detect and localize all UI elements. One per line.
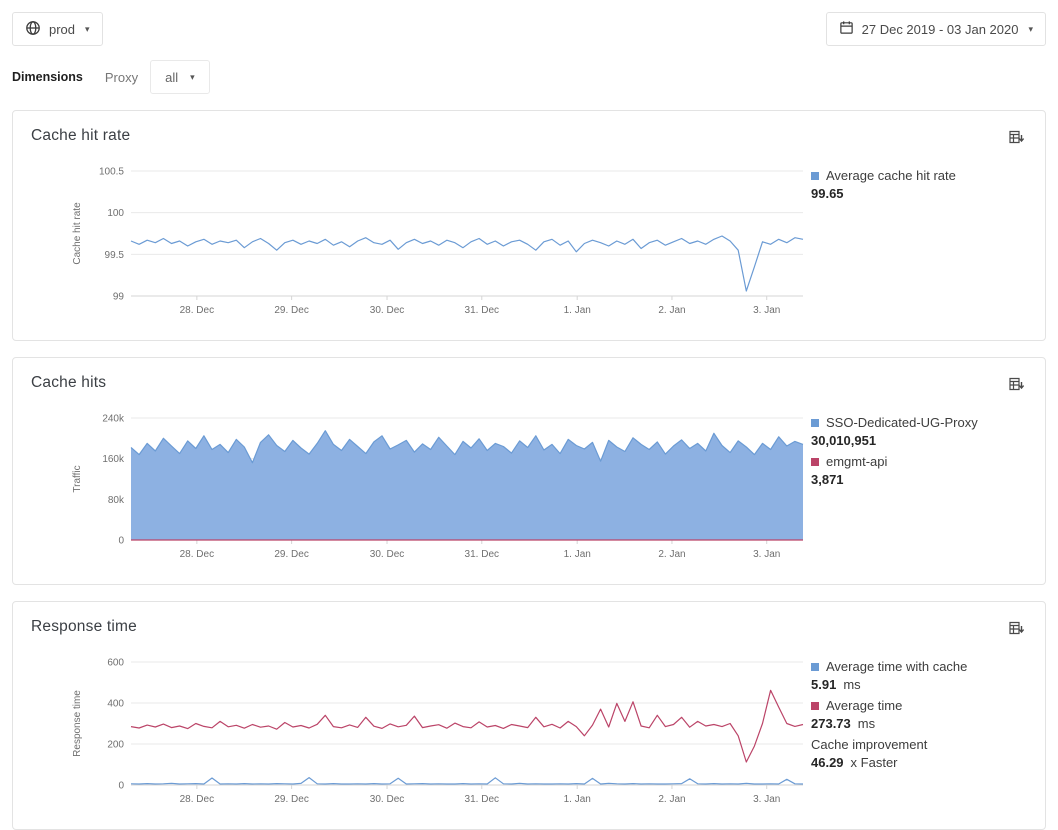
date-range-picker[interactable]: 27 Dec 2019 - 03 Jan 2020 ▾ (826, 12, 1046, 46)
svg-text:600: 600 (107, 658, 124, 669)
dashboard-page: prod ▾ 27 Dec 2019 - 03 Jan 2020 ▾ Dimen… (0, 0, 1058, 830)
card-body: 99 99.5 100 100.5 28. Dec 29. Dec 30. Dec 31. D… (31, 157, 1027, 328)
svg-text:30. Dec: 30. Dec (370, 305, 404, 316)
proxy-filter-label: Proxy (105, 70, 138, 85)
card-cache-hit-rate: Cache hit rate 99 99.5 100 100.5 28. Dec 29. … (12, 110, 1046, 341)
export-report-button[interactable] (1006, 374, 1027, 398)
legend-label: Average time (826, 698, 902, 714)
card-body: 0 80k 160k 240k 28. Dec 29. Dec 30. Dec 31. Dec… (31, 404, 1027, 572)
legend-value: 5.91ms (811, 677, 1027, 693)
response-time-chart: 0 200 400 600 28. Dec 29. Dec 30. Dec 31. Dec 1.… (31, 648, 811, 817)
cache-hits-chart: 0 80k 160k 240k 28. Dec 29. Dec 30. Dec 31. Dec… (31, 404, 811, 572)
date-range-label: 27 Dec 2019 - 03 Jan 2020 (862, 22, 1019, 37)
card-body: 0 200 400 600 28. Dec 29. Dec 30. Dec 31. Dec 1.… (31, 648, 1027, 817)
legend-item: Cache improvement (811, 737, 1027, 753)
legend-item: Average time (811, 698, 1027, 714)
legend-swatch (811, 458, 819, 466)
svg-text:29. Dec: 29. Dec (274, 305, 308, 316)
legend-swatch (811, 172, 819, 180)
svg-text:0: 0 (118, 536, 124, 547)
report-download-icon (1008, 134, 1025, 149)
svg-text:2. Jan: 2. Jan (658, 305, 685, 316)
svg-text:160k: 160k (102, 454, 125, 465)
card-title: Cache hits (31, 374, 106, 392)
chevron-down-icon: ▾ (85, 25, 90, 34)
proxy-filter-select[interactable]: all ▾ (150, 60, 210, 94)
legend-swatch (811, 663, 819, 671)
globe-icon (25, 20, 41, 39)
svg-text:Cache hit rate: Cache hit rate (72, 202, 83, 265)
svg-text:100: 100 (107, 208, 124, 219)
legend-label: SSO-Dedicated-UG-Proxy (826, 415, 978, 431)
card-cache-hits: Cache hits 0 80k 160k 240k 28. Dec 29. Dec 30.… (12, 357, 1046, 585)
topbar: prod ▾ 27 Dec 2019 - 03 Jan 2020 ▾ (12, 12, 1046, 46)
report-download-icon (1008, 381, 1025, 396)
svg-text:3. Jan: 3. Jan (753, 305, 780, 316)
card-response-time: Response time 0 200 400 600 28. Dec 29. Dec 30… (12, 601, 1046, 830)
svg-text:200: 200 (107, 740, 124, 751)
card-title: Cache hit rate (31, 127, 130, 145)
svg-text:2. Jan: 2. Jan (658, 549, 685, 560)
export-report-button[interactable] (1006, 127, 1027, 151)
legend-value: 99.65 (811, 186, 1027, 202)
svg-text:100.5: 100.5 (99, 167, 124, 178)
svg-text:99: 99 (113, 292, 125, 303)
svg-text:31. Dec: 31. Dec (465, 794, 499, 805)
legend-value: 30,010,951 (811, 433, 1027, 449)
chart-legend: SSO-Dedicated-UG-Proxy 30,010,951 emgmt-… (811, 404, 1027, 572)
svg-text:99.5: 99.5 (105, 250, 125, 261)
svg-text:28. Dec: 28. Dec (180, 305, 214, 316)
svg-text:80k: 80k (108, 495, 125, 506)
svg-text:31. Dec: 31. Dec (465, 549, 499, 560)
card-header: Cache hits (31, 374, 1027, 400)
dimensions-label: Dimensions (12, 70, 83, 84)
chart-legend: Average time with cache 5.91ms Average t… (811, 648, 1027, 817)
svg-text:3. Jan: 3. Jan (753, 794, 780, 805)
svg-text:1. Jan: 1. Jan (564, 305, 591, 316)
cache-hit-rate-chart: 99 99.5 100 100.5 28. Dec 29. Dec 30. Dec 31. D… (31, 157, 811, 328)
dimensions-bar: Dimensions Proxy all ▾ (12, 60, 1046, 94)
chart-legend: Average cache hit rate 99.65 (811, 157, 1027, 328)
legend-label: emgmt-api (826, 454, 887, 470)
svg-text:29. Dec: 29. Dec (274, 794, 308, 805)
svg-text:Response time: Response time (72, 690, 83, 757)
legend-value: 3,871 (811, 472, 1027, 488)
proxy-filter-value: all (165, 70, 178, 85)
svg-text:Traffic: Traffic (72, 465, 83, 492)
legend-item: Average cache hit rate (811, 168, 1027, 184)
svg-text:2. Jan: 2. Jan (658, 794, 685, 805)
chevron-down-icon: ▾ (1028, 25, 1033, 34)
environment-selector[interactable]: prod ▾ (12, 12, 103, 46)
svg-text:29. Dec: 29. Dec (274, 549, 308, 560)
svg-text:28. Dec: 28. Dec (180, 794, 214, 805)
legend-label: Average cache hit rate (826, 168, 956, 184)
svg-text:1. Jan: 1. Jan (564, 794, 591, 805)
card-header: Response time (31, 618, 1027, 644)
legend-swatch (811, 702, 819, 710)
calendar-icon (839, 20, 854, 38)
legend-value: 273.73ms (811, 716, 1027, 732)
legend-item: emgmt-api (811, 454, 1027, 470)
svg-text:400: 400 (107, 699, 124, 710)
svg-text:240k: 240k (102, 414, 125, 425)
svg-text:31. Dec: 31. Dec (465, 305, 499, 316)
svg-text:30. Dec: 30. Dec (370, 794, 404, 805)
svg-text:3. Jan: 3. Jan (753, 549, 780, 560)
export-report-button[interactable] (1006, 618, 1027, 642)
report-download-icon (1008, 625, 1025, 640)
legend-item: SSO-Dedicated-UG-Proxy (811, 415, 1027, 431)
environment-label: prod (49, 22, 75, 37)
svg-text:28. Dec: 28. Dec (180, 549, 214, 560)
svg-text:1. Jan: 1. Jan (564, 549, 591, 560)
svg-text:30. Dec: 30. Dec (370, 549, 404, 560)
legend-swatch (811, 419, 819, 427)
svg-text:0: 0 (118, 781, 124, 792)
legend-value: 46.29x Faster (811, 755, 1027, 771)
chevron-down-icon: ▾ (190, 73, 195, 82)
card-header: Cache hit rate (31, 127, 1027, 153)
card-title: Response time (31, 618, 137, 636)
legend-item: Average time with cache (811, 659, 1027, 675)
legend-label: Average time with cache (826, 659, 967, 675)
legend-label: Cache improvement (811, 737, 927, 753)
